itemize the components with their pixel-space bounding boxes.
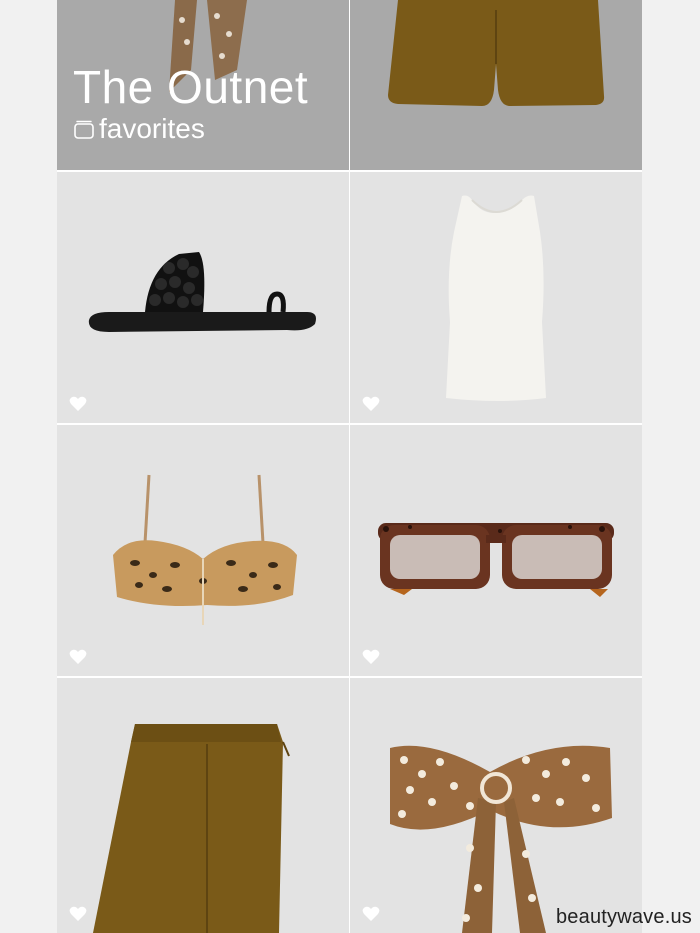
- watermark: beautywave.us: [555, 906, 692, 928]
- header-overlay: The Outnet favorites: [73, 62, 308, 144]
- product-card-polka-dot-bandeau-top[interactable]: [350, 678, 642, 933]
- black-sandal-image: [88, 252, 316, 332]
- heart-icon[interactable]: [69, 396, 87, 412]
- brand-title: The Outnet: [73, 61, 309, 113]
- favorites-grid: The Outnet favorites: [57, 0, 642, 933]
- header-card[interactable]: The Outnet favorites: [57, 0, 349, 170]
- folder-icon: [73, 118, 95, 140]
- heart-icon[interactable]: [69, 906, 87, 922]
- product-card-tortoiseshell-sunglasses[interactable]: [350, 425, 642, 676]
- heart-icon[interactable]: [69, 649, 87, 665]
- olive-shorts-image: [93, 724, 290, 933]
- heart-icon[interactable]: [362, 649, 380, 665]
- favorites-row[interactable]: favorites: [73, 114, 308, 144]
- product-card-black-sandal[interactable]: [57, 172, 349, 423]
- polka-dot-top-image: [390, 745, 612, 933]
- favorites-label: favorites: [99, 113, 205, 144]
- leopard-bikini-image: [113, 474, 297, 625]
- product-card-olive-shorts[interactable]: [57, 678, 349, 933]
- product-card-olive-shorts-top[interactable]: [350, 0, 642, 170]
- heart-icon[interactable]: [362, 396, 380, 412]
- heart-icon[interactable]: [362, 906, 380, 922]
- product-card-leopard-bikini-top[interactable]: [57, 425, 349, 676]
- olive-shorts-image: [388, 0, 605, 106]
- white-tank-image: [446, 195, 546, 401]
- product-card-white-tank-top[interactable]: [350, 172, 642, 423]
- sunglasses-image: [378, 523, 614, 597]
